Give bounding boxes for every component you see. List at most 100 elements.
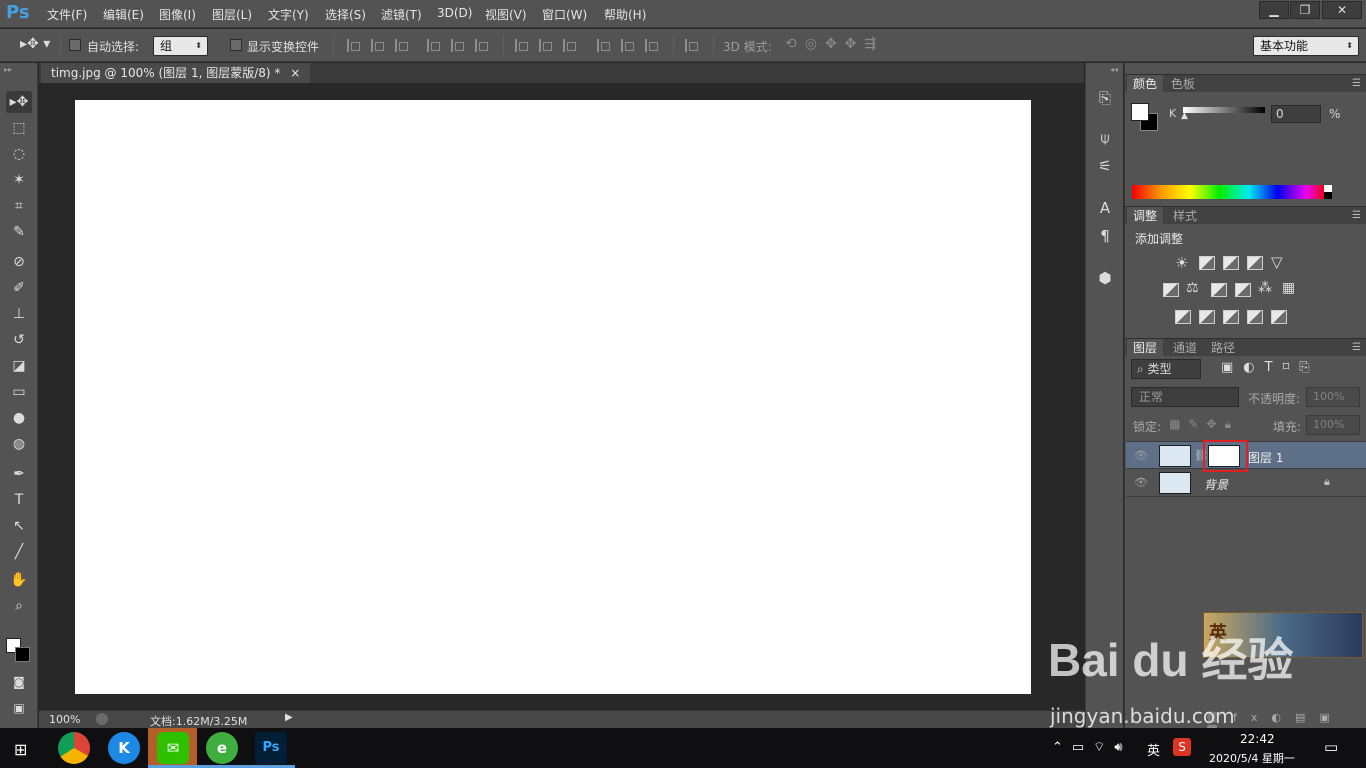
tab-swatches[interactable]: 色板 [1165, 75, 1201, 93]
posterize-icon[interactable] [1199, 310, 1215, 324]
ime-indicator[interactable]: 英 [1147, 740, 1160, 759]
move-tool-preset-icon[interactable]: ▸✥ ▾ [20, 36, 50, 52]
align-bottom-icon[interactable] [395, 39, 409, 52]
vibrance-icon[interactable]: ▽ [1271, 253, 1283, 271]
move-tool-icon[interactable]: ▸✥ [6, 91, 32, 113]
eye-icon[interactable]: 👁︎ [1134, 449, 1148, 462]
browser-360-icon[interactable]: e [206, 732, 238, 764]
eraser-tool-icon[interactable]: ◪ [6, 355, 32, 377]
layer-name[interactable]: 背景 [1204, 476, 1228, 493]
menu-layer[interactable]: 图层(L) [212, 6, 252, 23]
layer-filter-icons[interactable]: ▣◐T⌑⎘ [1221, 360, 1320, 375]
menu-edit[interactable]: 编辑(E) [103, 6, 144, 23]
close-tab-icon[interactable]: × [290, 66, 300, 80]
share-icon[interactable] [96, 713, 108, 725]
black-swatch[interactable] [1324, 192, 1332, 199]
distribute-top-icon[interactable] [515, 39, 529, 52]
gradient-tool-icon[interactable]: ▭ [6, 381, 32, 403]
channel-value-input[interactable]: 0 [1271, 105, 1321, 123]
quick-mask-icon[interactable]: ◙ [6, 671, 32, 693]
k-slider-track[interactable] [1183, 107, 1265, 113]
color-balance-icon[interactable]: ⚖ [1186, 280, 1199, 296]
slider-handle-icon[interactable]: ▲ [1181, 111, 1188, 121]
menu-type[interactable]: 文字(Y) [268, 6, 309, 23]
layer-row[interactable]: 👁︎ 背景 🔒︎ [1126, 469, 1366, 497]
levels-icon[interactable] [1199, 256, 1215, 270]
magic-wand-tool-icon[interactable]: ✶ [6, 169, 32, 191]
black-white-icon[interactable] [1211, 283, 1227, 297]
document-tab[interactable]: timg.jpg @ 100% (图层 1, 图层蒙版/8) * × [41, 63, 311, 83]
align-hcenter-icon[interactable] [451, 39, 465, 52]
brush-settings-icon[interactable]: ⚟ [1094, 155, 1116, 177]
workspace-dropdown[interactable]: 基本功能 ⬍ [1253, 36, 1359, 56]
distribute-hcenter-icon[interactable] [621, 39, 635, 52]
close-button[interactable]: ✕ [1322, 1, 1362, 19]
invert-icon[interactable] [1175, 310, 1191, 324]
hand-tool-icon[interactable]: ✋ [6, 569, 32, 591]
tab-layers[interactable]: 图层 [1127, 339, 1164, 357]
align-top-icon[interactable] [347, 39, 361, 52]
fill-input[interactable]: 100% [1306, 415, 1360, 435]
clock-date[interactable]: 2020/5/4 星期一 [1209, 750, 1295, 766]
type-tool-icon[interactable]: T [6, 489, 32, 511]
eye-icon[interactable]: 👁︎ [1134, 476, 1148, 489]
minimize-button[interactable]: ▁ [1259, 1, 1289, 19]
sogou-ime-icon[interactable]: S [1173, 738, 1191, 756]
distribute-left-icon[interactable] [597, 39, 611, 52]
background-color-swatch[interactable] [15, 647, 30, 662]
kugou-icon[interactable]: K [108, 732, 140, 764]
menu-help[interactable]: 帮助(H) [604, 6, 646, 23]
distribute-right-icon[interactable] [645, 39, 659, 52]
status-menu-arrow-icon[interactable]: ▶ [285, 712, 293, 723]
distribute-vcenter-icon[interactable] [539, 39, 553, 52]
tab-color[interactable]: 颜色 [1127, 75, 1164, 93]
gradient-map-icon[interactable] [1271, 310, 1287, 324]
stamp-tool-icon[interactable]: ⊥ [6, 303, 32, 325]
eyedropper-tool-icon[interactable]: ✎ [6, 221, 32, 243]
align-vcenter-icon[interactable] [371, 39, 385, 52]
menu-image[interactable]: 图像(I) [159, 6, 196, 23]
menu-window[interactable]: 窗口(W) [542, 6, 587, 23]
channel-mixer-icon[interactable]: ⁂ [1258, 280, 1272, 296]
tab-paths[interactable]: 路径 [1205, 339, 1241, 357]
lasso-tool-icon[interactable]: ◌ [6, 143, 32, 165]
selective-color-icon[interactable] [1247, 310, 1263, 324]
zoom-level[interactable]: 100% [49, 713, 80, 726]
3d-mode-icons[interactable]: ⟲◎✥✥⇶ [785, 36, 884, 52]
notification-icon[interactable]: ▭ [1324, 738, 1338, 756]
panel-menu-icon[interactable]: ☰ [1352, 207, 1361, 225]
collapse-icon[interactable]: ▸▸ [4, 65, 12, 74]
collapse-icon[interactable]: ◂◂ [1110, 65, 1118, 74]
curves-icon[interactable] [1223, 256, 1239, 270]
white-swatch[interactable] [1324, 185, 1332, 192]
character-icon[interactable]: A [1094, 197, 1116, 219]
marquee-tool-icon[interactable]: ⬚ [6, 117, 32, 139]
restore-button[interactable]: ❐ [1290, 1, 1320, 19]
align-right-icon[interactable] [475, 39, 489, 52]
chrome-icon[interactable] [58, 732, 90, 764]
screen-mode-icon[interactable]: ▣ [6, 697, 32, 719]
tab-channels[interactable]: 通道 [1167, 339, 1203, 357]
layer-filter-dropdown[interactable]: ⌕ 类型 [1131, 359, 1201, 379]
distribute-bottom-icon[interactable] [563, 39, 577, 52]
exposure-icon[interactable] [1247, 256, 1263, 270]
history-icon[interactable]: ⎘ [1094, 87, 1116, 109]
show-transform-checkbox[interactable] [230, 39, 242, 51]
3d-icon[interactable]: ⬢ [1094, 267, 1116, 289]
photo-filter-icon[interactable] [1235, 283, 1251, 297]
path-select-tool-icon[interactable]: ↖ [6, 515, 32, 537]
clock-time[interactable]: 22:42 [1240, 732, 1275, 746]
hue-saturation-icon[interactable] [1163, 283, 1179, 297]
paragraph-icon[interactable]: ¶ [1094, 225, 1116, 247]
threshold-icon[interactable] [1223, 310, 1239, 324]
history-brush-tool-icon[interactable]: ↺ [6, 329, 32, 351]
zoom-tool-icon[interactable]: ⌕ [6, 595, 32, 617]
layer-name[interactable]: 图层 1 [1248, 449, 1283, 466]
menu-file[interactable]: 文件(F) [47, 6, 87, 23]
windows-start-icon[interactable]: ⊞ [14, 740, 27, 759]
brush-tool-icon[interactable]: ✐ [6, 277, 32, 299]
menu-3d[interactable]: 3D(D) [437, 6, 472, 20]
menu-select[interactable]: 选择(S) [325, 6, 366, 23]
tab-adjustments[interactable]: 调整 [1127, 207, 1164, 225]
photoshop-taskbar-icon[interactable]: Ps [255, 732, 287, 764]
